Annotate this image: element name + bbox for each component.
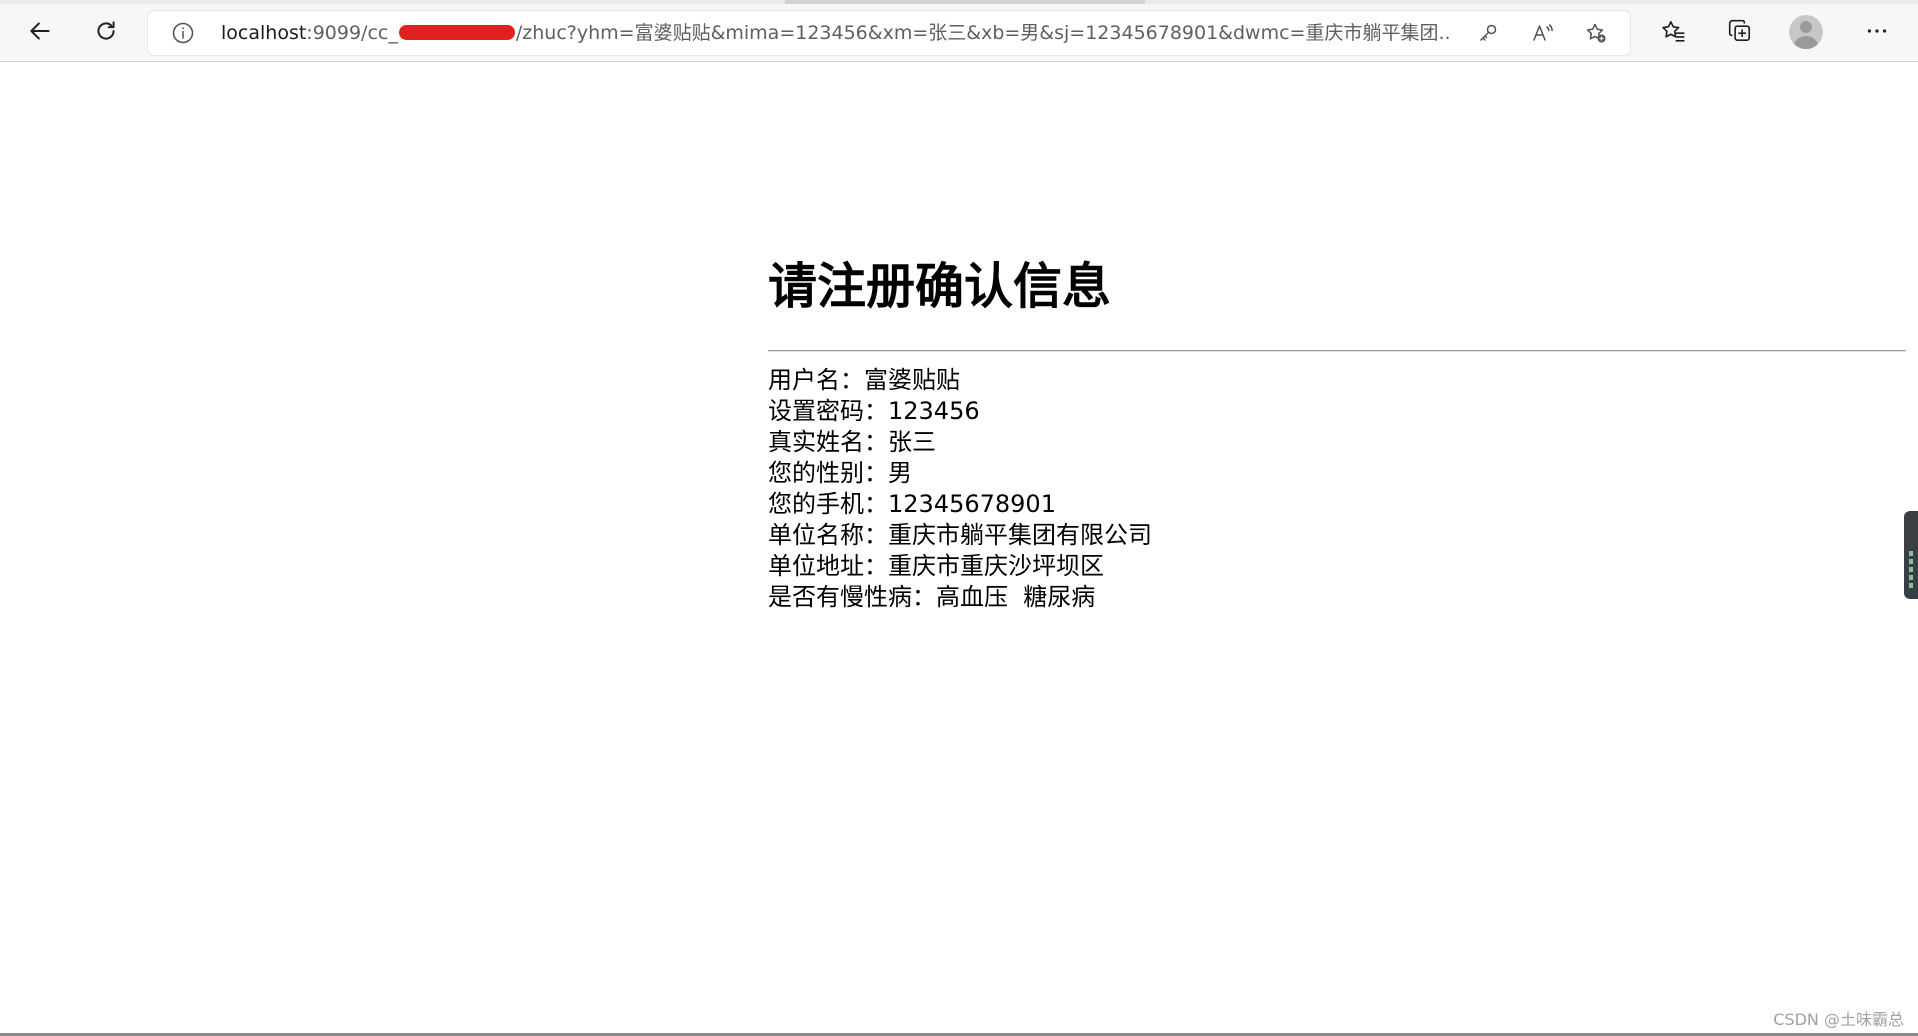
info-row-password: 设置密码：123456 — [768, 396, 1152, 427]
field-label: 是否有慢性病： — [768, 583, 936, 611]
info-row-gender: 您的性别：男 — [768, 458, 1152, 489]
star-add-icon[interactable] — [1582, 19, 1610, 47]
tab-strip-edge — [0, 0, 1918, 4]
info-row-username: 用户名：富婆贴贴 — [768, 365, 1152, 396]
field-label: 设置密码： — [768, 397, 888, 425]
field-value: 富婆贴贴 — [864, 366, 960, 394]
key-icon[interactable] — [1474, 19, 1502, 47]
handle-grip-mark — [1909, 583, 1913, 588]
page-content: 请注册确认信息 用户名：富婆贴贴 设置密码：123456 真实姓名：张三 您的性… — [0, 63, 1918, 1036]
field-value: 高血压 糖尿病 — [936, 583, 1096, 611]
url-port-path: :9099/cc_ — [306, 22, 398, 44]
info-row-phone: 您的手机：12345678901 — [768, 489, 1152, 520]
more-icon[interactable] — [1859, 13, 1895, 49]
registration-info-list: 用户名：富婆贴贴 设置密码：123456 真实姓名：张三 您的性别：男 您的手机… — [768, 365, 1152, 613]
avatar-head-shape — [1800, 21, 1812, 33]
browser-toolbar: localhost:9099/cc_ /zhuc?yhm=富婆贴贴&mima=12… — [0, 0, 1918, 62]
url-redaction-mark — [398, 24, 515, 40]
profile-avatar[interactable] — [1789, 15, 1823, 49]
field-label: 您的性别： — [768, 459, 888, 487]
address-bar[interactable]: localhost:9099/cc_ /zhuc?yhm=富婆贴贴&mima=12… — [148, 11, 1630, 55]
back-arrow-icon[interactable] — [22, 13, 58, 49]
page-title: 请注册确认信息 — [768, 258, 1112, 315]
handle-grip-mark — [1909, 559, 1913, 564]
field-label: 单位名称： — [768, 521, 888, 549]
url-path-query: /zhuc?yhm=富婆贴贴&mima=123456&xm=张三&xb=男&sj… — [515, 22, 1451, 44]
read-aloud-icon[interactable] — [1528, 19, 1556, 47]
info-icon[interactable] — [170, 20, 196, 46]
field-value: 男 — [888, 459, 912, 487]
field-label: 单位地址： — [768, 552, 888, 580]
avatar-body-shape — [1794, 36, 1818, 49]
info-row-real-name: 真实姓名：张三 — [768, 427, 1152, 458]
watermark: CSDN @土味霸总 — [1773, 1010, 1904, 1029]
field-value: 重庆市重庆沙坪坝区 — [888, 552, 1104, 580]
info-row-chronic-disease: 是否有慢性病：高血压 糖尿病 — [768, 582, 1152, 613]
url-text[interactable]: localhost:9099/cc_ /zhuc?yhm=富婆贴贴&mima=12… — [221, 22, 1451, 44]
side-panel-handle[interactable] — [1904, 511, 1918, 599]
active-tab-edge — [785, 0, 1145, 4]
collections-icon[interactable] — [1722, 13, 1758, 49]
field-value: 张三 — [888, 428, 936, 456]
horizontal-rule — [768, 350, 1906, 352]
field-value: 123456 — [888, 397, 980, 425]
info-row-company-name: 单位名称：重庆市躺平集团有限公司 — [768, 520, 1152, 551]
handle-grip-mark — [1909, 575, 1913, 580]
field-value: 12345678901 — [888, 490, 1056, 518]
refresh-icon[interactable] — [88, 13, 124, 49]
favorites-icon[interactable] — [1655, 13, 1691, 49]
handle-grip-mark — [1909, 567, 1913, 572]
field-label: 用户名： — [768, 366, 864, 394]
handle-grip-mark — [1909, 551, 1913, 556]
field-label: 真实姓名： — [768, 428, 888, 456]
url-host: localhost — [221, 22, 307, 44]
field-label: 您的手机： — [768, 490, 888, 518]
field-value: 重庆市躺平集团有限公司 — [888, 521, 1152, 549]
info-row-company-address: 单位地址：重庆市重庆沙坪坝区 — [768, 551, 1152, 582]
